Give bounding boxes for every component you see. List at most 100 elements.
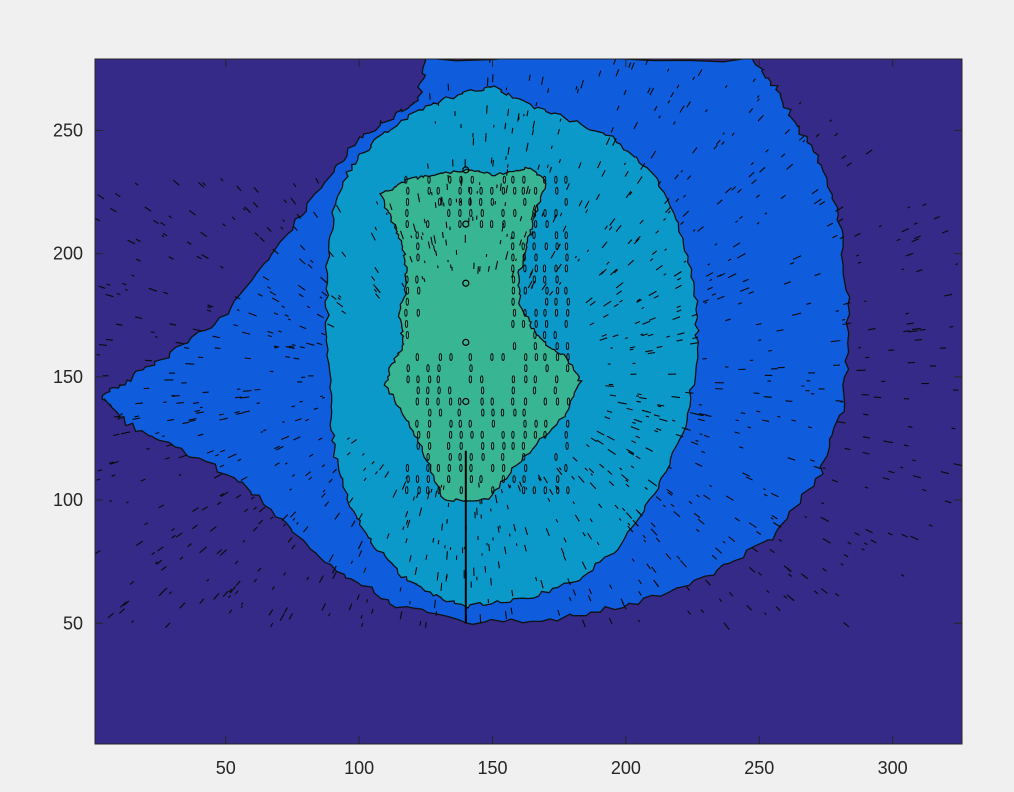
ripple-mark bbox=[184, 347, 190, 349]
y-tick-label: 100 bbox=[53, 490, 83, 510]
ripple-mark bbox=[777, 415, 781, 418]
x-tick-label: 150 bbox=[477, 758, 507, 778]
x-tick-label: 300 bbox=[878, 758, 908, 778]
ripple-mark bbox=[477, 266, 479, 274]
ripple-mark bbox=[900, 466, 904, 469]
ripple-mark bbox=[822, 467, 826, 470]
ripple-mark bbox=[835, 400, 843, 402]
ripple-mark bbox=[185, 363, 195, 365]
ripple-mark bbox=[835, 310, 840, 312]
ripple-mark bbox=[610, 347, 614, 349]
ripple-mark bbox=[445, 221, 448, 228]
ripple-mark bbox=[507, 164, 509, 168]
ripple-mark bbox=[756, 410, 761, 413]
ripple-mark bbox=[429, 93, 431, 100]
ripple-mark bbox=[535, 102, 538, 107]
ripple-mark bbox=[172, 395, 180, 397]
ripple-mark bbox=[445, 239, 448, 246]
ripple-mark bbox=[949, 326, 954, 328]
y-tick-label: 200 bbox=[53, 244, 83, 264]
ripple-mark bbox=[490, 157, 493, 164]
ripple-mark bbox=[657, 405, 662, 408]
ripple-mark bbox=[134, 415, 140, 418]
ripple-mark bbox=[442, 485, 445, 490]
ripple-mark bbox=[508, 533, 511, 537]
y-tick-label: 150 bbox=[53, 367, 83, 387]
x-tick-label: 100 bbox=[344, 758, 374, 778]
ripple-mark bbox=[150, 331, 155, 334]
ripple-mark bbox=[486, 105, 488, 114]
ripple-mark bbox=[901, 268, 905, 271]
ripple-mark bbox=[423, 260, 426, 264]
ripple-mark bbox=[698, 404, 702, 406]
ripple-mark bbox=[768, 349, 773, 352]
ripple-mark bbox=[484, 565, 487, 573]
ripple-mark bbox=[486, 77, 489, 86]
ripple-mark bbox=[299, 400, 303, 403]
ripple-mark bbox=[637, 393, 642, 396]
ripple-mark bbox=[235, 396, 242, 399]
ripple-mark bbox=[496, 184, 498, 189]
ripple-mark bbox=[640, 333, 644, 336]
plot-area bbox=[95, 59, 962, 744]
x-tick-label: 200 bbox=[611, 758, 641, 778]
ripple-mark bbox=[955, 263, 958, 266]
ripple-mark bbox=[440, 582, 443, 591]
ripple-mark bbox=[912, 459, 916, 462]
ripple-mark bbox=[291, 405, 296, 408]
ripple-mark bbox=[699, 433, 703, 436]
y-tick-label: 50 bbox=[63, 613, 83, 633]
ripple-mark bbox=[629, 348, 634, 351]
y-tick-label: 250 bbox=[53, 120, 83, 140]
ripple-mark bbox=[888, 349, 895, 351]
ripple-mark bbox=[478, 482, 480, 488]
ripple-mark bbox=[951, 427, 956, 430]
ripple-mark bbox=[492, 159, 494, 167]
ripple-mark bbox=[506, 233, 508, 237]
ripple-mark bbox=[863, 413, 869, 416]
ripple-mark bbox=[274, 346, 278, 349]
ripple-mark bbox=[864, 300, 867, 303]
ripple-mark bbox=[740, 412, 746, 415]
ripple-mark bbox=[385, 212, 388, 216]
ripple-mark bbox=[409, 600, 411, 605]
ripple-mark bbox=[479, 266, 481, 272]
ripple-mark bbox=[491, 74, 494, 83]
ripple-mark bbox=[499, 525, 501, 529]
ripple-mark bbox=[427, 163, 429, 169]
ripple-mark bbox=[939, 347, 946, 349]
ripple-mark bbox=[490, 577, 492, 586]
ripple-mark bbox=[841, 319, 846, 321]
ripple-mark bbox=[747, 426, 752, 429]
ripple-mark bbox=[785, 400, 793, 402]
ripple-mark bbox=[161, 435, 165, 438]
ripple-mark bbox=[282, 421, 285, 423]
ripple-mark bbox=[509, 485, 512, 488]
ripple-mark bbox=[242, 390, 252, 392]
ripple-mark bbox=[476, 507, 478, 515]
x-tick-label: 50 bbox=[216, 758, 236, 778]
ripple-mark bbox=[488, 544, 491, 552]
ripple-mark bbox=[873, 396, 882, 399]
ripple-mark bbox=[260, 431, 264, 433]
ripple-mark bbox=[202, 391, 209, 394]
ripple-mark bbox=[685, 391, 694, 394]
ripple-mark bbox=[419, 620, 422, 626]
ripple-mark bbox=[434, 202, 437, 208]
ripple-mark bbox=[432, 537, 435, 543]
ripple-mark bbox=[421, 232, 424, 236]
contour-figure: 50 100 150 200 250 300 50 100 150 200 250 bbox=[53, 58, 963, 778]
ripple-mark bbox=[735, 419, 739, 422]
ripple-mark bbox=[515, 543, 518, 546]
ripple-mark bbox=[907, 426, 913, 428]
ripple-mark bbox=[254, 388, 261, 391]
ripple-mark bbox=[285, 356, 290, 358]
ripple-mark bbox=[480, 498, 483, 504]
ripple-mark bbox=[485, 133, 487, 142]
ripple-mark bbox=[523, 113, 525, 117]
ripple-mark bbox=[320, 395, 323, 398]
ripple-mark bbox=[256, 402, 260, 404]
ripple-mark bbox=[437, 540, 440, 545]
ripple-mark bbox=[791, 419, 796, 422]
ripple-mark bbox=[505, 156, 507, 160]
